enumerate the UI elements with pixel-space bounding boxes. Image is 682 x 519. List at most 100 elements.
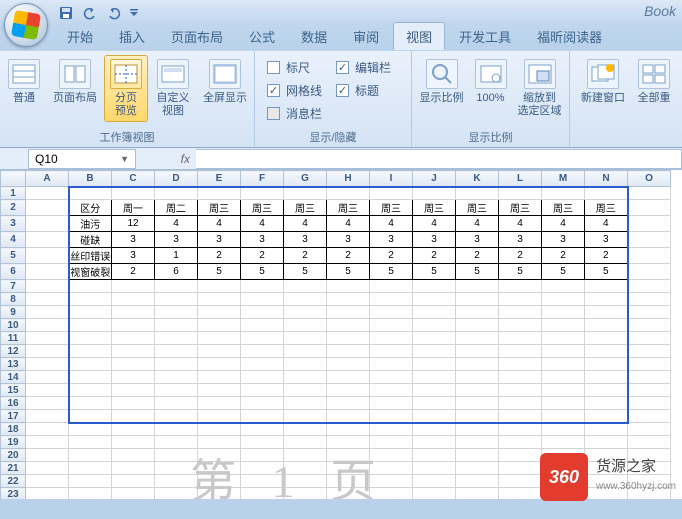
- col-header[interactable]: I: [370, 171, 413, 187]
- cell[interactable]: [241, 358, 284, 371]
- cell[interactable]: [370, 319, 413, 332]
- cell[interactable]: [198, 410, 241, 423]
- cell[interactable]: [413, 293, 456, 306]
- row-header[interactable]: 19: [1, 436, 26, 449]
- cell[interactable]: [327, 488, 370, 500]
- tab-data[interactable]: 数据: [289, 23, 339, 50]
- cell[interactable]: [327, 384, 370, 397]
- cell[interactable]: [370, 462, 413, 475]
- zoom-button[interactable]: 显示比例: [415, 55, 469, 109]
- col-header[interactable]: O: [628, 171, 671, 187]
- row-header[interactable]: 17: [1, 410, 26, 423]
- cell[interactable]: [413, 345, 456, 358]
- cell[interactable]: [499, 449, 542, 462]
- cell[interactable]: [112, 306, 155, 319]
- cell[interactable]: [413, 358, 456, 371]
- cell[interactable]: 5: [241, 264, 284, 280]
- cell[interactable]: [26, 200, 69, 216]
- cell[interactable]: [155, 462, 198, 475]
- cell[interactable]: [327, 319, 370, 332]
- cell[interactable]: [585, 280, 628, 293]
- cell[interactable]: [327, 187, 370, 200]
- cell[interactable]: [26, 358, 69, 371]
- cell[interactable]: 油污: [69, 216, 112, 232]
- col-header[interactable]: M: [542, 171, 585, 187]
- cell[interactable]: [241, 423, 284, 436]
- cell[interactable]: [112, 345, 155, 358]
- cell[interactable]: [413, 436, 456, 449]
- cell[interactable]: [155, 423, 198, 436]
- cell[interactable]: [155, 187, 198, 200]
- cell[interactable]: [241, 332, 284, 345]
- cell[interactable]: [413, 280, 456, 293]
- cell[interactable]: [628, 345, 671, 358]
- cell[interactable]: [585, 358, 628, 371]
- cell[interactable]: 4: [241, 216, 284, 232]
- cell[interactable]: [628, 319, 671, 332]
- cell[interactable]: [370, 488, 413, 500]
- cell[interactable]: [284, 384, 327, 397]
- cell[interactable]: [241, 488, 284, 500]
- row-header[interactable]: 1: [1, 187, 26, 200]
- cell[interactable]: [241, 397, 284, 410]
- cell[interactable]: 2: [327, 248, 370, 264]
- row-header[interactable]: 14: [1, 371, 26, 384]
- cell[interactable]: 碰缺: [69, 232, 112, 248]
- cell[interactable]: 周三: [542, 200, 585, 216]
- cell[interactable]: [456, 187, 499, 200]
- cell[interactable]: [499, 319, 542, 332]
- cell[interactable]: [26, 410, 69, 423]
- cell[interactable]: [499, 384, 542, 397]
- cell[interactable]: 4: [585, 216, 628, 232]
- cell[interactable]: [26, 423, 69, 436]
- cell[interactable]: [155, 436, 198, 449]
- cell[interactable]: [456, 332, 499, 345]
- cell[interactable]: [413, 488, 456, 500]
- cell[interactable]: [370, 410, 413, 423]
- cell[interactable]: [69, 410, 112, 423]
- cell[interactable]: [370, 423, 413, 436]
- row-header[interactable]: 2: [1, 200, 26, 216]
- view-page-break-button[interactable]: 分页 预览: [104, 55, 148, 122]
- cell[interactable]: [112, 384, 155, 397]
- arrange-all-button[interactable]: 全部重: [632, 55, 676, 109]
- cell[interactable]: [198, 475, 241, 488]
- cell[interactable]: [542, 436, 585, 449]
- row-header[interactable]: 15: [1, 384, 26, 397]
- cell[interactable]: [69, 475, 112, 488]
- cell[interactable]: [456, 280, 499, 293]
- cell[interactable]: 3: [112, 248, 155, 264]
- cell[interactable]: [628, 248, 671, 264]
- cell[interactable]: [628, 293, 671, 306]
- row-header[interactable]: 6: [1, 264, 26, 280]
- cell[interactable]: [155, 475, 198, 488]
- cell[interactable]: 3: [241, 232, 284, 248]
- cell[interactable]: [327, 280, 370, 293]
- cell[interactable]: [112, 462, 155, 475]
- cell[interactable]: [241, 462, 284, 475]
- cell[interactable]: 5: [542, 264, 585, 280]
- cell[interactable]: [284, 475, 327, 488]
- cell[interactable]: 3: [542, 232, 585, 248]
- cell[interactable]: [241, 371, 284, 384]
- cell[interactable]: [413, 462, 456, 475]
- cell[interactable]: [241, 436, 284, 449]
- cell[interactable]: [585, 345, 628, 358]
- cell[interactable]: [456, 423, 499, 436]
- row-header[interactable]: 23: [1, 488, 26, 500]
- col-header[interactable]: J: [413, 171, 456, 187]
- cell[interactable]: [26, 232, 69, 248]
- cell[interactable]: [284, 397, 327, 410]
- cell[interactable]: [370, 306, 413, 319]
- cell[interactable]: [26, 475, 69, 488]
- office-button[interactable]: [4, 3, 48, 47]
- cell[interactable]: [456, 475, 499, 488]
- cell[interactable]: [456, 345, 499, 358]
- cell[interactable]: [241, 306, 284, 319]
- cell[interactable]: [585, 384, 628, 397]
- tab-developer[interactable]: 开发工具: [447, 23, 523, 50]
- qat-redo[interactable]: [103, 3, 125, 23]
- cell[interactable]: [327, 345, 370, 358]
- cell[interactable]: [198, 345, 241, 358]
- cell[interactable]: [628, 187, 671, 200]
